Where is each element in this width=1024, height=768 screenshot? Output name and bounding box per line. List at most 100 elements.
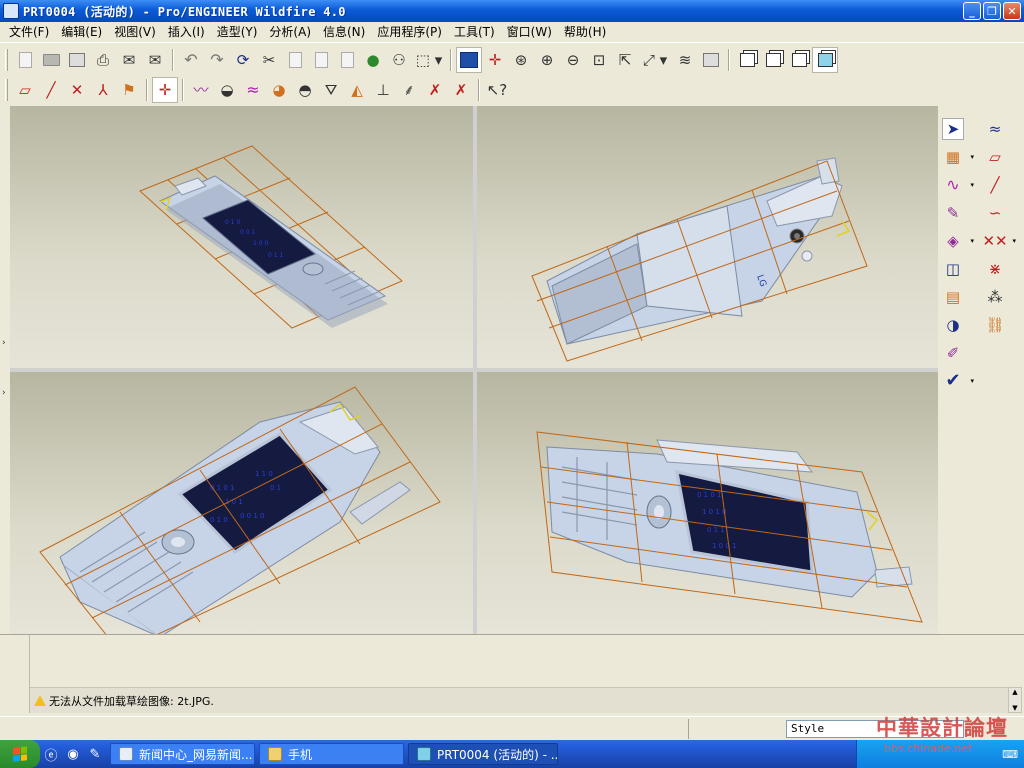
cut-icon[interactable]: ✂ [256, 47, 282, 73]
select-box-icon[interactable]: ⬚ ▾ [412, 47, 446, 73]
style-tool-icon[interactable]: ✐ [942, 342, 964, 364]
shade-curvature-icon[interactable]: ◓ [292, 77, 318, 103]
expand-arrow-icon[interactable]: › [2, 388, 6, 398]
paste-special-icon[interactable] [334, 47, 360, 73]
menu-tools[interactable]: 工具(T) [448, 22, 501, 42]
dihedral-analysis-icon[interactable]: ⊥ [370, 77, 396, 103]
redo-icon[interactable]: ↷ [204, 47, 230, 73]
menu-window[interactable]: 窗口(W) [501, 22, 558, 42]
curve-edit-icon[interactable]: ✎ [942, 202, 964, 224]
menu-edit[interactable]: 编辑(E) [55, 22, 108, 42]
undo-icon[interactable]: ↶ [178, 47, 204, 73]
curve-analysis-icon[interactable]: 〰 [188, 77, 214, 103]
reflection-analysis-icon[interactable]: ◕ [266, 77, 292, 103]
annotations-icon[interactable]: ⚑ [116, 77, 142, 103]
select-arrow-icon[interactable]: ➤ [942, 118, 964, 140]
done-checkmark-icon[interactable]: ✔ ▾ [942, 370, 974, 392]
datum-points-icon[interactable]: ✕ [64, 77, 90, 103]
toolbar-grip[interactable] [5, 49, 8, 71]
task-item-active[interactable]: PRT0004 (活动的) - ... [408, 743, 558, 765]
spin-center-icon[interactable]: ✛ [482, 47, 508, 73]
saved-analysis-icon[interactable]: ⸙ [396, 77, 422, 103]
menu-help[interactable]: 帮助(H) [558, 22, 612, 42]
surface-icon[interactable]: ◈ ▾ [942, 230, 974, 252]
close-button[interactable]: ✕ [1003, 2, 1021, 20]
saved-views-icon[interactable]: ⤢ ▾ [638, 47, 672, 73]
regenerate-icon[interactable]: ⟳ [230, 47, 256, 73]
title-bar[interactable]: PRT0004 (活动的) - Pro/ENGINEER Wildfire 4.… [0, 0, 1024, 22]
view-manager-icon[interactable] [698, 47, 724, 73]
open-icon[interactable] [38, 47, 64, 73]
spin-center-toggle-icon[interactable]: ✛ [152, 77, 178, 103]
draft-analysis-icon[interactable]: ⛛ [318, 77, 344, 103]
phone-model-view-3[interactable]: 0 1 0 11 0 10 0 1 0 1 1 00 10 1 0 [10, 372, 473, 634]
menu-analysis[interactable]: 分析(A) [263, 22, 317, 42]
paste-icon[interactable] [308, 47, 334, 73]
ie-quicklaunch-icon[interactable]: ⓔ [40, 743, 62, 765]
message-scrollbar[interactable]: ▲ ▼ [1008, 687, 1022, 713]
print-icon[interactable]: ⎙ [90, 47, 116, 73]
menu-insert[interactable]: 插入(I) [162, 22, 211, 42]
view-top-right[interactable]: LG [477, 106, 938, 368]
repaint-icon[interactable] [456, 47, 482, 73]
datum-axes-icon[interactable]: ╱ [38, 77, 64, 103]
email-icon[interactable]: ✉ [116, 47, 142, 73]
view-bottom-left[interactable]: 0 1 0 11 0 10 0 1 0 1 1 00 10 1 0 [10, 372, 473, 634]
datum-plane-icon[interactable]: ▱ [984, 146, 1006, 168]
no-hidden-icon[interactable] [786, 47, 812, 73]
section-analysis-icon[interactable]: ◒ [214, 77, 240, 103]
boundary-surface-icon[interactable]: ◫ [942, 258, 964, 280]
save-icon[interactable] [64, 47, 90, 73]
datum-axis-icon[interactable]: ╱ [984, 174, 1006, 196]
hidden-line-icon[interactable] [760, 47, 786, 73]
slope-analysis-icon[interactable]: ◭ [344, 77, 370, 103]
email-attach-icon[interactable]: ✉ [142, 47, 168, 73]
phone-model-view-1[interactable]: 0 1 00 0 1 1 0 00 1 1 [10, 106, 473, 368]
refit-icon[interactable]: ⊡ [586, 47, 612, 73]
graphics-window[interactable]: 0 1 00 0 11 0 00 1 1 LG 0 1 0 1 1 0 1 0 … [10, 106, 938, 634]
menu-info[interactable]: 信息(N) [317, 22, 371, 42]
offset-analysis-icon[interactable]: ≈ [240, 77, 266, 103]
task-item[interactable]: 手机 [259, 743, 404, 765]
datum-point-icon[interactable]: ✕✕ ▾ [982, 230, 1016, 252]
selection-filter-dropdown[interactable]: Style [786, 720, 964, 738]
orient-icon[interactable]: ⊛ [508, 47, 534, 73]
find-icon[interactable]: ⚇ [386, 47, 412, 73]
convert-icon[interactable]: ⛓ [984, 314, 1006, 336]
delete-analysis-icon[interactable]: ✗ [448, 77, 474, 103]
wireframe-icon[interactable] [734, 47, 760, 73]
new-icon[interactable] [12, 47, 38, 73]
copy-icon[interactable] [282, 47, 308, 73]
phone-model-view-2[interactable]: LG [477, 106, 938, 368]
curve-icon[interactable]: ∿ ▾ [942, 174, 974, 196]
orient-view-icon[interactable]: ⇱ [612, 47, 638, 73]
hide-analysis-icon[interactable]: ✗ [422, 77, 448, 103]
menu-view[interactable]: 视图(V) [108, 22, 162, 42]
traffic-light-icon[interactable]: ● [360, 47, 386, 73]
trim-surface-icon[interactable]: ▤ [942, 286, 964, 308]
navigator-collapse-strip[interactable]: › › [0, 106, 10, 634]
curve-from-cross-section-icon[interactable]: ≈ [984, 118, 1006, 140]
view-top-left[interactable]: 0 1 00 0 1 1 0 00 1 1 [10, 106, 473, 368]
maximize-button[interactable]: ❐ [983, 2, 1001, 20]
toolbar-grip[interactable] [5, 79, 8, 101]
minimize-button[interactable]: _ [963, 2, 981, 20]
shaded-icon[interactable] [812, 47, 838, 73]
cos-icon[interactable]: ⁂ [984, 286, 1006, 308]
offset-point-icon[interactable]: ⋇ [984, 258, 1006, 280]
expand-arrow-icon[interactable]: › [2, 338, 6, 348]
start-button[interactable] [0, 740, 40, 768]
menu-style[interactable]: 造型(Y) [211, 22, 264, 42]
zoom-in-icon[interactable]: ⊕ [534, 47, 560, 73]
datum-planes-icon[interactable]: ▱ [12, 77, 38, 103]
task-item[interactable]: 新闻中心_网易新闻... [110, 743, 255, 765]
menu-applications[interactable]: 应用程序(P) [371, 22, 448, 42]
layers-icon[interactable]: ≋ [672, 47, 698, 73]
context-help-icon[interactable]: ↖? [484, 77, 510, 103]
coordinate-systems-icon[interactable]: ⅄ [90, 77, 116, 103]
keyboard-icon[interactable]: ⌨ [1002, 748, 1018, 761]
curve-sketch-icon[interactable]: ∽ [984, 202, 1006, 224]
connect-surface-icon[interactable]: ◑ [942, 314, 964, 336]
browser-quicklaunch-icon[interactable]: ◉ [62, 743, 84, 765]
internal-plane-icon[interactable]: ▦ ▾ [942, 146, 974, 168]
